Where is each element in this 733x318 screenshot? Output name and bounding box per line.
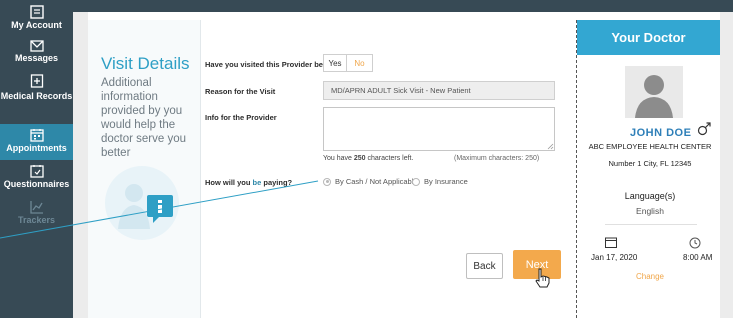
sidebar-item-appointments[interactable]: Appointments [0, 124, 73, 160]
chat-illustration-icon [105, 166, 179, 240]
page-title: Visit Details [101, 54, 190, 73]
content-gutter [73, 12, 88, 318]
pay-insurance-radio[interactable]: By Insurance [412, 177, 468, 186]
doctor-name: JOHN DOE [630, 127, 692, 139]
language-value: English [636, 206, 664, 216]
sidebar-item-medical-records[interactable]: Medical Records [0, 74, 73, 118]
back-button[interactable]: Back [466, 253, 503, 279]
pay-insurance-label: By Insurance [424, 177, 468, 186]
sidebar-item-messages[interactable]: Messages [0, 40, 73, 70]
yes-button[interactable]: Yes [323, 54, 347, 72]
appointment-date: Jan 17, 2020 [591, 253, 638, 262]
payment-question-suffix: paying? [261, 178, 293, 187]
sidebar-item-trackers[interactable]: Trackers [0, 200, 73, 230]
resize-handle-icon[interactable] [547, 143, 554, 150]
doctor-address: Number 1 City, FL 12345 [608, 159, 692, 168]
calendar-icon [605, 237, 617, 248]
payment-question-accent: be [252, 178, 262, 187]
appointment-time: 8:00 AM [683, 253, 713, 262]
sidebar-item-label: Appointments [6, 143, 67, 153]
reason-field: MD/APRN ADULT Sick Visit - New Patient [323, 81, 555, 100]
chars-left-suffix: characters left. [365, 155, 414, 162]
sidebar-item-label: Messages [14, 53, 59, 63]
visit-description: Additional information provided by you w… [101, 77, 187, 159]
calendar-icon [29, 129, 44, 142]
top-bar [73, 0, 733, 12]
visited-provider-question: Have you visited this Provider before? [205, 60, 342, 69]
info-label: Info for the Provider [205, 113, 277, 122]
sidebar-item-label: Medical Records [0, 91, 73, 101]
sidebar-item-questionnaires[interactable]: Questionnaires [0, 164, 73, 196]
reason-label: Reason for the Visit [205, 87, 276, 96]
clock-icon [689, 237, 701, 249]
pay-cash-radio[interactable]: By Cash / Not Applicable [323, 177, 418, 186]
medical-records-icon [30, 74, 43, 88]
chart-icon [29, 201, 43, 214]
content-gutter-right [720, 12, 733, 318]
male-icon [697, 122, 711, 136]
doctor-divider [605, 224, 697, 225]
chars-left-count: 250 [353, 155, 366, 162]
doctor-organization: ABC EMPLOYEE HEALTH CENTER [588, 142, 712, 151]
chars-left-prefix: You have [323, 155, 354, 162]
hand-cursor-icon [535, 268, 550, 288]
sidebar-item-label: Trackers [17, 215, 56, 225]
max-chars-text: (Maximum characters: 250) [454, 155, 540, 162]
radio-unselected-icon [412, 177, 420, 186]
payment-question-prefix: How will you [205, 178, 253, 187]
pay-cash-label: By Cash / Not Applicable [335, 177, 418, 186]
questionnaire-icon [29, 165, 44, 178]
envelope-icon [29, 40, 44, 52]
change-link[interactable]: Change [582, 272, 718, 281]
doctor-avatar [625, 66, 683, 118]
panel-divider [200, 20, 201, 318]
provider-info-textarea[interactable] [323, 107, 555, 151]
language-label: Language(s) [624, 191, 676, 201]
doctor-panel-header: Your Doctor [577, 20, 720, 55]
sidebar-item-label: Questionnaires [3, 179, 70, 189]
no-button[interactable]: No [347, 54, 373, 72]
sidebar-item-my-account[interactable]: My Account [0, 0, 73, 36]
sidebar-item-label: My Account [11, 20, 62, 30]
payment-question: How will you be paying? [205, 178, 292, 187]
chars-left-text: You have 250 characters left. [323, 155, 413, 162]
radio-selected-icon [323, 177, 331, 186]
account-icon [29, 5, 44, 19]
